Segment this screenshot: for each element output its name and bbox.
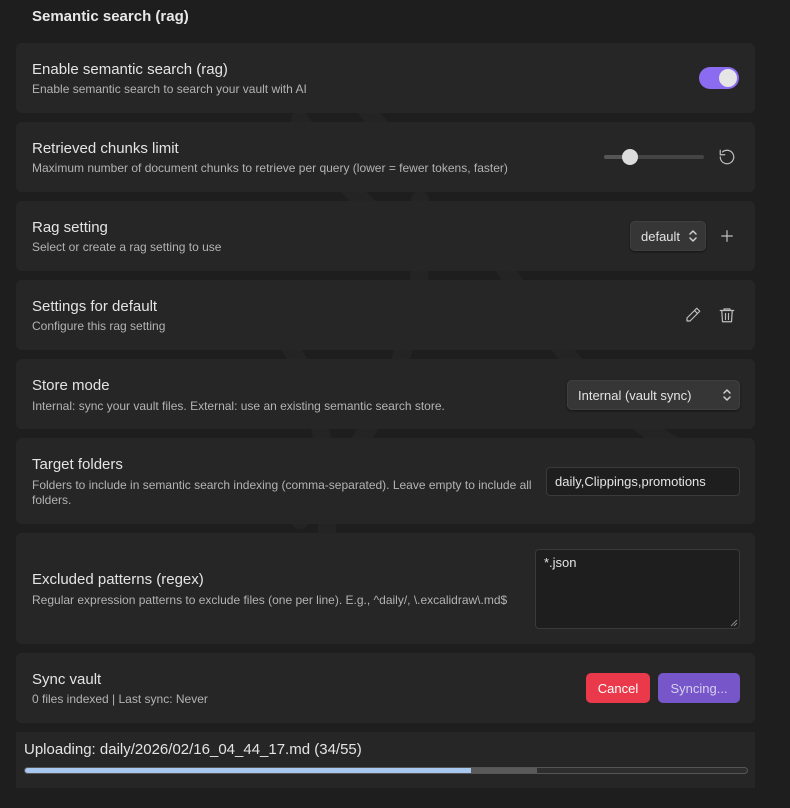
setting-description: Maximum number of document chunks to ret… (32, 161, 508, 175)
add-icon[interactable] (716, 225, 738, 247)
excluded-patterns-textarea[interactable] (535, 549, 740, 629)
chevron-up-down-icon (722, 388, 732, 402)
setting-title: Excluded patterns (regex) (32, 571, 204, 588)
reset-icon[interactable] (716, 146, 738, 168)
progress-bar (24, 767, 748, 774)
setting-title: Target folders (32, 456, 123, 473)
setting-description: Regular expression patterns to exclude f… (32, 593, 508, 607)
setting-title: Retrieved chunks limit (32, 140, 179, 157)
setting-description: Configure this rag setting (32, 319, 166, 333)
progress-label: Uploading: daily/2026/02/16_04_44_17.md … (24, 741, 362, 758)
select-value: Internal (vault sync) (578, 387, 692, 403)
setting-description: Folders to include in semantic search in… (32, 478, 532, 507)
setting-description: Enable semantic search to search your va… (32, 82, 307, 96)
setting-sync-vault: Sync vault 0 files indexed | Last sync: … (16, 653, 755, 723)
setting-description: Internal: sync your vault files. Externa… (32, 399, 445, 413)
setting-description: Select or create a rag setting to use (32, 240, 222, 254)
cancel-button[interactable]: Cancel (586, 673, 650, 703)
pencil-icon[interactable] (682, 304, 704, 326)
setting-chunks-limit: Retrieved chunks limit Maximum number of… (16, 122, 755, 192)
setting-excluded-patterns: Excluded patterns (regex) Regular expres… (16, 533, 755, 644)
setting-title: Rag setting (32, 219, 108, 236)
setting-title: Enable semantic search (rag) (32, 61, 228, 78)
sync-status: 0 files indexed | Last sync: Never (32, 692, 208, 706)
sync-progress: Uploading: daily/2026/02/16_04_44_17.md … (16, 732, 755, 788)
progress-fill (25, 768, 472, 773)
setting-title: Settings for default (32, 298, 158, 315)
resize-grip-icon[interactable] (730, 619, 738, 627)
target-folders-input[interactable] (546, 467, 740, 496)
store-mode-select[interactable]: Internal (vault sync) (567, 380, 740, 410)
select-value: default (641, 228, 681, 244)
rag-setting-select[interactable]: default (630, 221, 706, 251)
setting-title: Store mode (32, 377, 110, 394)
chunks-limit-slider[interactable] (604, 149, 704, 165)
setting-rag-setting: Rag setting Select or create a rag setti… (16, 201, 755, 271)
slider-thumb[interactable] (622, 149, 638, 165)
trash-icon[interactable] (716, 304, 738, 326)
toggle-knob (719, 69, 737, 87)
setting-enable-rag: Enable semantic search (rag) Enable sema… (16, 43, 755, 113)
setting-target-folders: Target folders Folders to include in sem… (16, 438, 755, 524)
setting-title: Sync vault (32, 671, 102, 688)
enable-rag-toggle[interactable] (699, 67, 739, 89)
setting-settings-for-default: Settings for default Configure this rag … (16, 280, 755, 350)
setting-store-mode: Store mode Internal: sync your vault fil… (16, 359, 755, 429)
section-heading: Semantic search (rag) (32, 8, 189, 25)
chevron-up-down-icon (688, 229, 698, 243)
sync-button[interactable]: Syncing... (658, 673, 740, 703)
